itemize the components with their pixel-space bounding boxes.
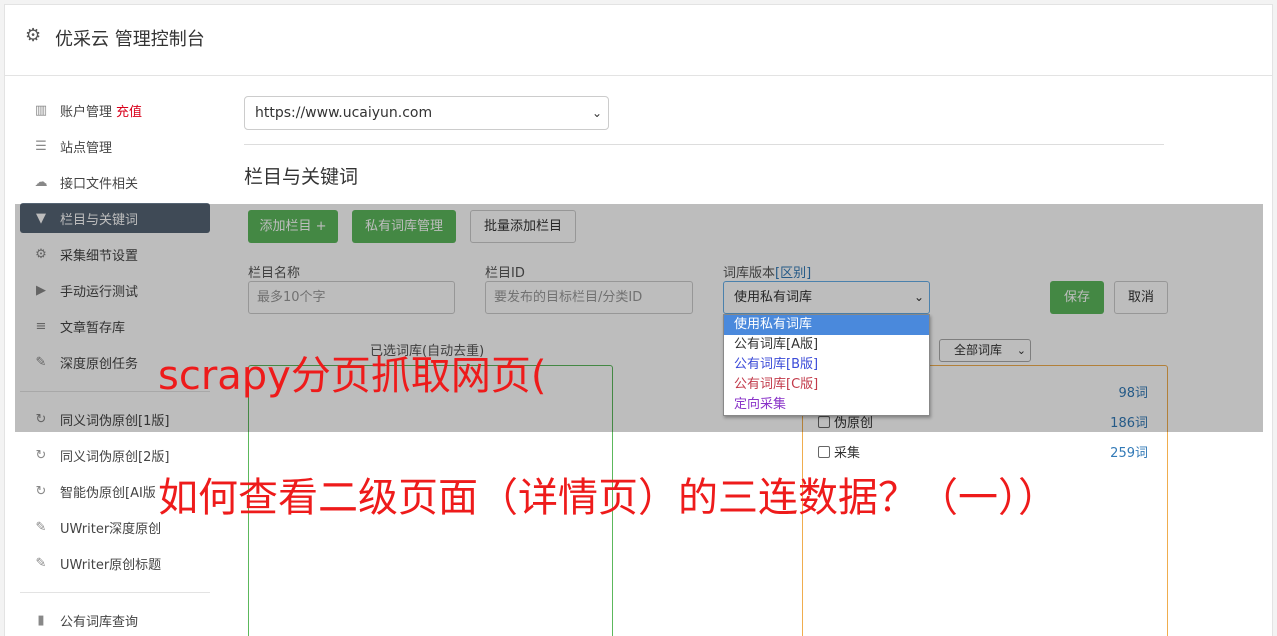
- site-select[interactable]: https://www.ucaiyun.com ⌄: [244, 96, 609, 130]
- sidebar-item-label: 智能伪原创[AI版: [60, 485, 156, 501]
- cloud-upload-icon: ☁: [34, 174, 48, 190]
- sidebar-item-label: 接口文件相关: [60, 176, 139, 192]
- refresh-icon: ↻: [35, 447, 47, 463]
- gear-icon: ⚙: [25, 25, 42, 46]
- dropdown-option[interactable]: 公有词库[B版]: [724, 355, 929, 375]
- sidebar-item-sites[interactable]: ☰ 站点管理: [20, 131, 210, 161]
- section-title: 栏目与关键词: [244, 166, 359, 188]
- book-icon: ▮: [37, 612, 45, 628]
- lib-version-dropdown[interactable]: 使用私有词库 公有词库[A版] 公有词库[B版] 公有词库[C版] 定向采集: [723, 314, 930, 416]
- sidebar-item-account[interactable]: ▥ 账户管理 充值: [20, 95, 210, 125]
- sidebar-item-label: UWriter深度原创: [60, 521, 162, 537]
- sidebar-divider: [20, 592, 210, 593]
- sidebar-item-interface[interactable]: ☁ 接口文件相关: [20, 167, 210, 197]
- checkbox[interactable]: [818, 446, 830, 458]
- refresh-icon: ↻: [35, 483, 47, 499]
- sidebar-item-label: UWriter原创标题: [60, 557, 162, 573]
- header-bar: ⚙ 优采云 管理控制台: [5, 5, 1272, 76]
- lib-row-count[interactable]: 259词: [1110, 442, 1148, 461]
- chevron-down-icon: ⌄: [591, 106, 602, 120]
- edit-icon: ✎: [35, 555, 47, 571]
- divider: [244, 144, 1164, 145]
- overlay-caption-line1: scrapy分页抓取网页(: [158, 353, 547, 399]
- sidebar-item-label: 账户管理: [60, 104, 113, 120]
- page-title: 优采云 管理控制台: [55, 29, 205, 50]
- edit-icon: ✎: [35, 519, 47, 535]
- server-icon: ☰: [35, 138, 47, 154]
- sidebar-item-uwriter-title[interactable]: ✎ UWriter原创标题: [20, 548, 210, 578]
- sidebar-item-label: 公有词库查询: [60, 614, 139, 630]
- dropdown-option[interactable]: 定向采集: [724, 395, 929, 415]
- sidebar-item-label: 站点管理: [60, 140, 113, 156]
- sidebar-item-label: 同义词伪原创[2版]: [60, 449, 170, 465]
- lib-row[interactable]: 采集 259词: [818, 442, 1148, 462]
- recharge-link[interactable]: 充值: [116, 101, 142, 120]
- site-select-value: https://www.ucaiyun.com: [255, 105, 433, 121]
- lib-row-label: 采集: [834, 446, 861, 461]
- dropdown-option[interactable]: 使用私有词库: [724, 315, 929, 335]
- dropdown-option[interactable]: 公有词库[C版]: [724, 375, 929, 395]
- bar-chart-icon: ▥: [34, 102, 48, 118]
- dropdown-option[interactable]: 公有词库[A版]: [724, 335, 929, 355]
- overlay-caption-line2: 如何查看二级页面（详情页）的三连数据？（一））: [158, 475, 1058, 521]
- sidebar-item-public-lib[interactable]: ▮ 公有词库查询: [20, 605, 210, 635]
